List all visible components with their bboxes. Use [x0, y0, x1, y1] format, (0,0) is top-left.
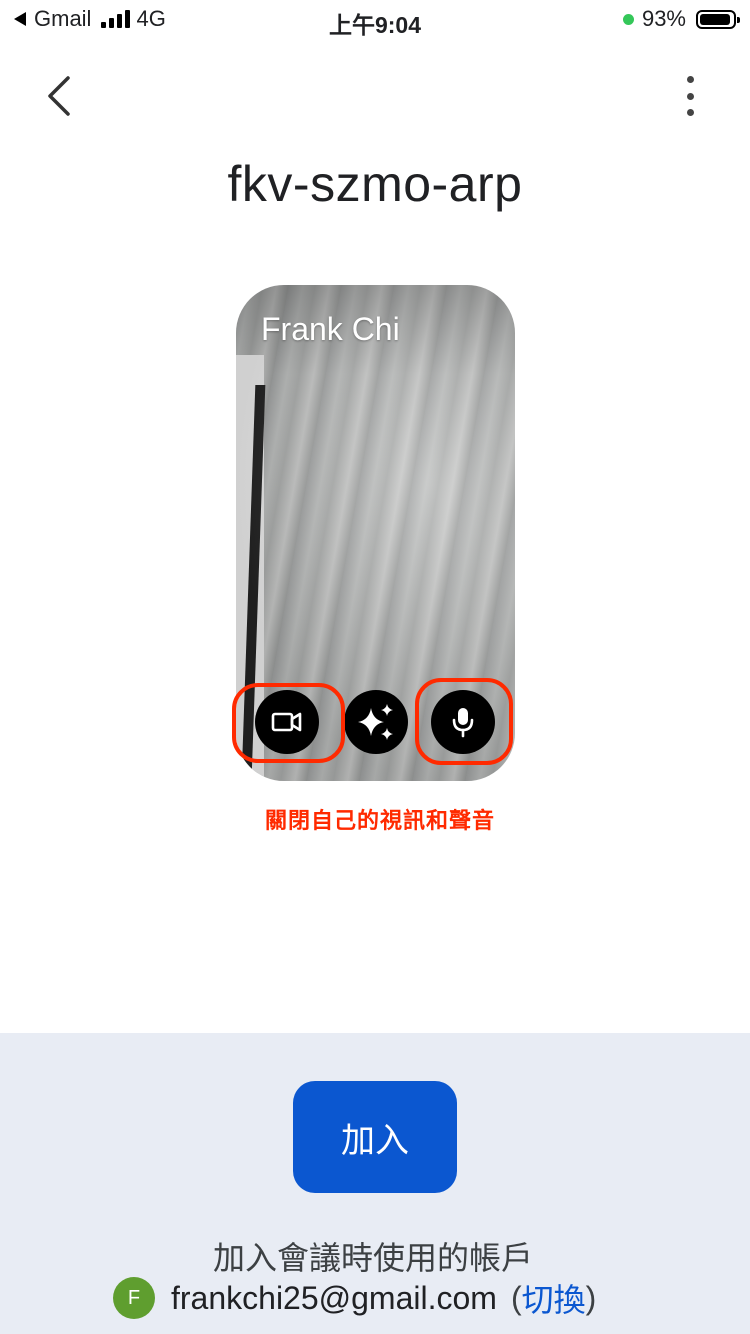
annotation-text: 關閉自己的視訊和聲音	[264, 808, 495, 833]
more-options-button[interactable]	[680, 76, 700, 116]
battery-icon	[696, 9, 740, 29]
paren-close: )	[585, 1279, 597, 1316]
sparkle-icon	[358, 704, 393, 740]
switch-account-link[interactable]: 切換	[522, 1275, 586, 1321]
more-vert-icon	[686, 76, 694, 83]
participant-name: Frank Chi	[261, 311, 400, 347]
chevron-left-icon	[48, 76, 70, 116]
account-label: 加入會議時使用的帳戶	[212, 1239, 533, 1277]
mic-in-use-indicator-icon	[622, 13, 634, 25]
camera-highlight-annotation	[232, 683, 345, 763]
mic-highlight-annotation	[415, 678, 513, 765]
status-right: 93%	[622, 6, 740, 32]
join-button[interactable]: 加入	[293, 1081, 457, 1193]
back-button[interactable]	[36, 70, 86, 120]
meeting-code: fkv-szmo-arp	[227, 156, 523, 212]
avatar: F	[113, 1277, 155, 1319]
battery-fill	[700, 13, 730, 25]
status-bar: Gmail 4G 上午9:04 93%	[0, 0, 750, 40]
account-email: frankchi25@gmail.com	[171, 1279, 497, 1316]
paren-open: (	[510, 1279, 522, 1316]
battery-percent: 93%	[641, 6, 686, 31]
join-panel: 加入 加入會議時使用的帳戶 F frankchi25@gmail.com ( 切…	[0, 1033, 750, 1334]
effects-button[interactable]	[344, 690, 408, 754]
account-row: F frankchi25@gmail.com ( 切換 )	[113, 1275, 596, 1321]
